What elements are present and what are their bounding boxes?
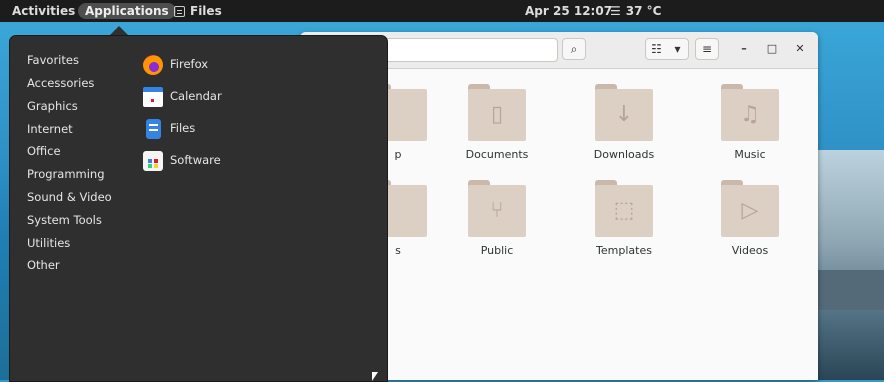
- app-item-label: Files: [170, 121, 196, 135]
- calendar-icon: [143, 86, 163, 107]
- close-button[interactable]: ✕: [790, 39, 810, 59]
- app-item-firefox[interactable]: Firefox: [143, 52, 208, 76]
- wallpaper-pier-deck: [814, 270, 884, 310]
- app-item-files[interactable]: Files: [143, 116, 195, 140]
- folder-label: Videos: [731, 244, 769, 257]
- files-icon: [146, 118, 161, 139]
- folder-item[interactable]: ♫ Music: [700, 84, 800, 161]
- files-icon: [174, 6, 185, 17]
- search-button[interactable]: ⌕: [562, 38, 586, 60]
- folder-label: Documents: [465, 148, 529, 161]
- templates-folder-icon: ⬚: [595, 180, 653, 238]
- software-icon: [143, 150, 163, 171]
- grid-view-icon: ☷: [651, 42, 662, 56]
- videos-folder-icon: ▷: [721, 180, 779, 238]
- folder-item[interactable]: ▯ Documents: [447, 84, 547, 161]
- clock[interactable]: Apr 25 12:07: [525, 0, 612, 22]
- category-sound-video[interactable]: Sound & Video: [27, 190, 112, 204]
- category-system-tools[interactable]: System Tools: [27, 213, 102, 227]
- hamburger-icon: ≡: [701, 42, 713, 56]
- category-programming[interactable]: Programming: [27, 167, 105, 181]
- files-app-indicator[interactable]: Files: [174, 0, 222, 22]
- folder-label: Downloads: [593, 148, 655, 161]
- app-item-software[interactable]: Software: [143, 148, 221, 172]
- category-office[interactable]: Office: [27, 144, 61, 158]
- category-utilities[interactable]: Utilities: [27, 236, 70, 250]
- files-app-label: Files: [190, 4, 222, 18]
- search-icon: ⌕: [570, 42, 578, 56]
- category-other[interactable]: Other: [27, 258, 60, 272]
- folder-item[interactable]: ▷ Videos: [700, 180, 800, 257]
- view-options-button[interactable]: ☷ ▾: [645, 38, 689, 60]
- applications-menu-button[interactable]: Applications: [78, 3, 176, 19]
- firefox-icon: [143, 54, 163, 75]
- app-item-label: Firefox: [170, 57, 209, 71]
- app-item-label: Software: [170, 153, 221, 167]
- minimize-button[interactable]: –: [734, 39, 754, 59]
- category-internet[interactable]: Internet: [27, 122, 73, 136]
- public-folder-icon: ⑂: [468, 180, 526, 238]
- app-item-label: Calendar: [170, 89, 222, 103]
- documents-folder-icon: ▯: [468, 84, 526, 142]
- location-bar[interactable]: [360, 38, 558, 62]
- fog-icon: ☰: [610, 4, 621, 18]
- top-bar: Activities Applications Files Apr 25 12:…: [0, 0, 884, 22]
- folder-label: Public: [480, 244, 514, 257]
- folder-item[interactable]: ↓ Downloads: [574, 84, 674, 161]
- music-folder-icon: ♫: [721, 84, 779, 142]
- folder-item[interactable]: ⑂ Public: [447, 180, 547, 257]
- app-item-calendar[interactable]: Calendar: [143, 84, 222, 108]
- applications-menu: Favorites Accessories Graphics Internet …: [9, 35, 388, 382]
- chevron-down-icon: ▾: [674, 42, 681, 56]
- folder-label: Templates: [596, 244, 652, 257]
- category-graphics[interactable]: Graphics: [27, 99, 78, 113]
- weather-temperature: 37 °C: [625, 4, 662, 18]
- folder-item[interactable]: ⬚ Templates: [574, 180, 674, 257]
- downloads-folder-icon: ↓: [595, 84, 653, 142]
- main-menu-button[interactable]: ≡: [695, 38, 719, 60]
- category-favorites[interactable]: Favorites: [27, 53, 79, 67]
- activities-button[interactable]: Activities: [12, 0, 75, 22]
- folder-label: Music: [734, 148, 766, 161]
- wallpaper-pier: [814, 150, 884, 380]
- menu-pointer-arrow: [110, 26, 128, 35]
- weather-indicator[interactable]: ☰ 37 °C: [610, 0, 661, 22]
- category-accessories[interactable]: Accessories: [27, 76, 94, 90]
- maximize-button[interactable]: □: [762, 39, 782, 59]
